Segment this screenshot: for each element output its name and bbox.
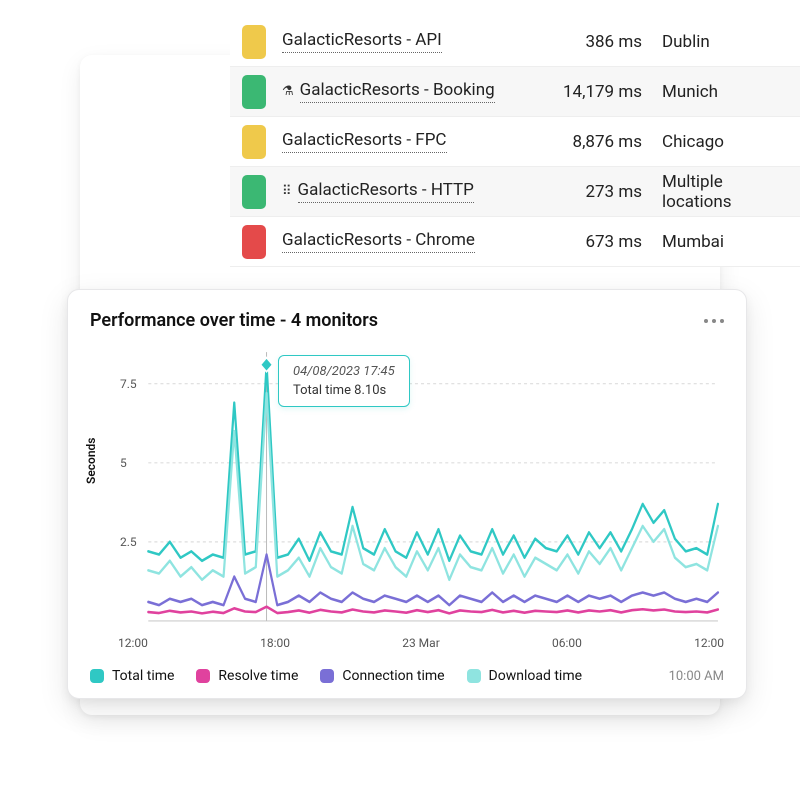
legend-swatch (90, 669, 104, 683)
response-time: 386 ms (542, 32, 662, 52)
card-title: Performance over time - 4 monitors (90, 310, 378, 331)
table-row[interactable]: ⚗ GalacticResorts - Booking 14,179 msMunic… (230, 67, 800, 117)
table-row[interactable]: GalacticResorts - FPC 8,876 msChicago (230, 117, 800, 167)
card-timestamp: 10:00 AM (669, 669, 724, 684)
legend-item[interactable]: Total time (90, 668, 174, 684)
more-options-icon[interactable] (704, 319, 724, 323)
table-row[interactable]: GalacticResorts - Chrome 673 msMumbai (230, 217, 800, 267)
monitor-name-link[interactable]: GalacticResorts - API (282, 30, 442, 53)
x-tick-label: 23 Mar (402, 636, 440, 650)
response-time: 673 ms (542, 232, 662, 252)
location: Munich (662, 82, 794, 102)
monitor-table: GalacticResorts - API 386 msDublin ⚗ Galact… (230, 17, 800, 267)
legend-label: Download time (489, 668, 582, 684)
response-time: 14,179 ms (542, 82, 662, 102)
monitor-name-link[interactable]: GalacticResorts - Chrome (282, 230, 475, 253)
status-indicator (242, 25, 266, 59)
x-tick-label: 12:00 (118, 636, 148, 650)
performance-card: Performance over time - 4 monitors Secon… (67, 289, 747, 699)
x-tick-label: 18:00 (260, 636, 290, 650)
monitor-name-link[interactable]: GalacticResorts - FPC (282, 130, 447, 153)
response-time: 273 ms (542, 182, 662, 202)
monitor-name-cell: GalacticResorts - Chrome (282, 230, 542, 253)
x-tick-label: 12:00 (694, 636, 724, 650)
monitor-name-cell: ⚗ GalacticResorts - Booking (282, 80, 542, 103)
monitor-type-icon: ⚗ (282, 84, 294, 99)
legend-item[interactable]: Connection time (320, 668, 444, 684)
x-tick-label: 06:00 (552, 636, 582, 650)
monitor-name-link[interactable]: GalacticResorts - Booking (300, 80, 495, 103)
table-row[interactable]: ⠿ GalacticResorts - HTTP 273 msMultiple lo… (230, 167, 800, 217)
x-axis-labels: 12:00 18:00 23 Mar 06:00 12:00 (118, 636, 724, 650)
status-indicator (242, 125, 266, 159)
legend-label: Connection time (342, 668, 444, 684)
y-axis-label: Seconds (84, 437, 98, 483)
monitor-type-icon: ⠿ (282, 184, 292, 199)
location: Multiple locations (662, 172, 794, 212)
monitor-name-cell: GalacticResorts - API (282, 30, 542, 53)
legend-swatch (196, 669, 210, 683)
status-indicator (242, 225, 266, 259)
response-time: 8,876 ms (542, 132, 662, 152)
legend-label: Total time (112, 668, 174, 684)
chart-body: Seconds 2.557.5 04/08/2023 17:45 Total t… (90, 345, 724, 662)
location: Chicago (662, 132, 794, 152)
legend-swatch (320, 669, 334, 683)
monitor-name-cell: GalacticResorts - FPC (282, 130, 542, 153)
legend-swatch (467, 669, 481, 683)
monitor-name-link[interactable]: GalacticResorts - HTTP (298, 180, 474, 203)
legend-label: Resolve time (218, 668, 298, 684)
monitor-name-cell: ⠿ GalacticResorts - HTTP (282, 180, 542, 203)
location: Dublin (662, 32, 794, 52)
legend-item[interactable]: Resolve time (196, 668, 298, 684)
status-indicator (242, 75, 266, 109)
chart-legend: Total time Resolve time Connection time Dow… (90, 668, 724, 684)
chart-plot[interactable]: 04/08/2023 17:45 Total time 8.10s (118, 345, 724, 628)
table-row[interactable]: GalacticResorts - API 386 msDublin (230, 17, 800, 67)
status-indicator (242, 175, 266, 209)
location: Mumbai (662, 232, 794, 252)
legend-item[interactable]: Download time (467, 668, 582, 684)
